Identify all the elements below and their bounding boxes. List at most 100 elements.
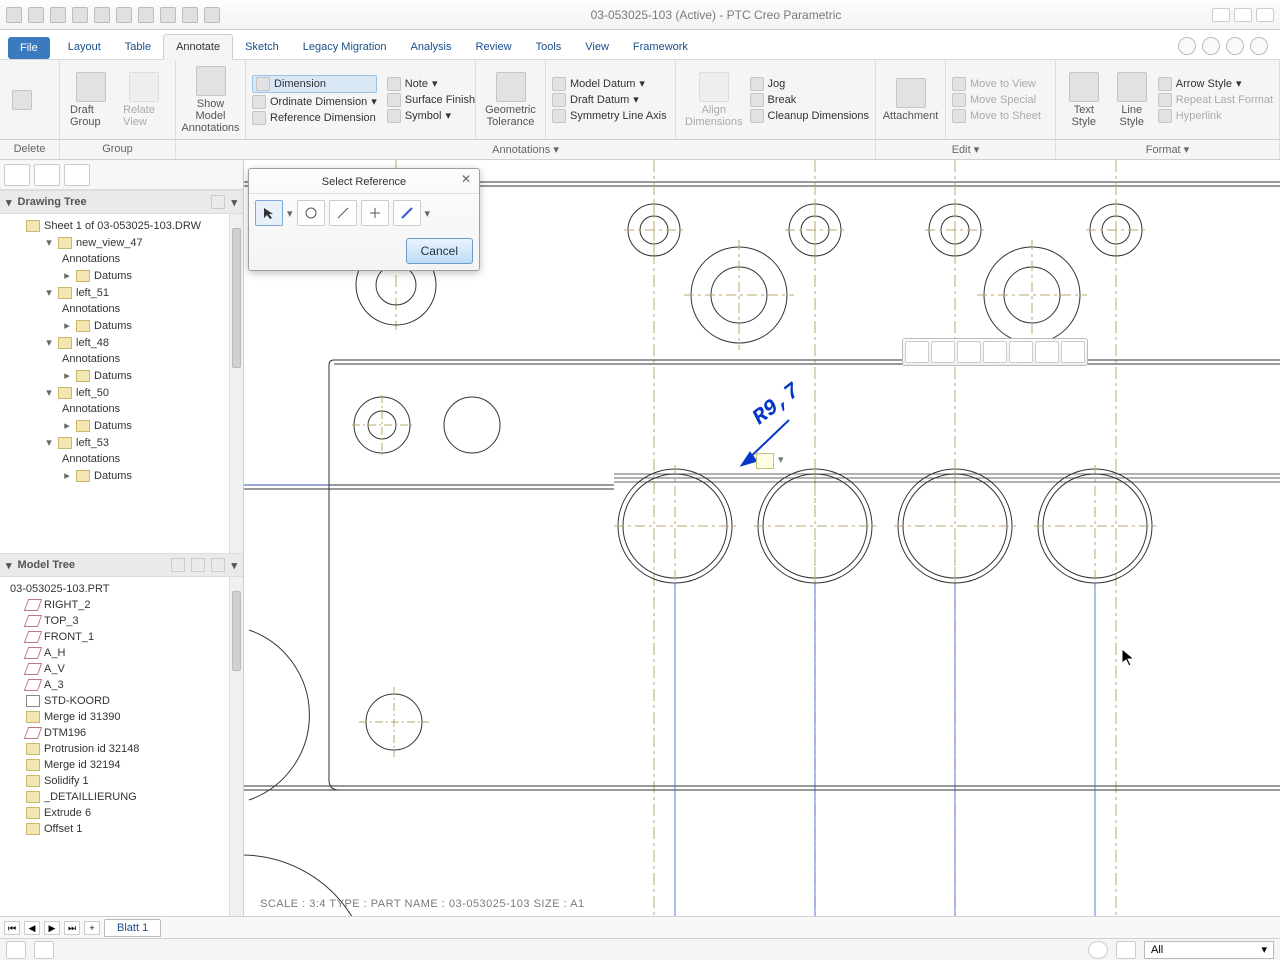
tree-view[interactable]: ▾left_51 (0, 284, 243, 301)
dialog-cancel-button[interactable]: Cancel (406, 238, 473, 264)
minimize-button[interactable] (1212, 8, 1230, 22)
attachment-button[interactable]: Attachment (882, 76, 939, 124)
tree-annotations[interactable]: Annotations (0, 451, 243, 467)
model-item[interactable]: A_H (0, 645, 243, 661)
model-item[interactable]: Extrude 6 (0, 805, 243, 821)
tab-tools[interactable]: Tools (524, 35, 574, 59)
tree-datums[interactable]: ▸Datums (0, 467, 243, 484)
dimension-button[interactable]: Dimension (252, 75, 377, 93)
tree-annotations[interactable]: Annotations (0, 301, 243, 317)
sheet-add-button[interactable]: + (84, 921, 100, 935)
sidebar-tab-tree[interactable] (4, 164, 30, 186)
sidebar-tab-folder[interactable] (34, 164, 60, 186)
model-item[interactable]: TOP_3 (0, 613, 243, 629)
model-item[interactable]: A_3 (0, 677, 243, 693)
jog-button[interactable]: Jog (750, 77, 870, 91)
drawing-tree-scrollbar[interactable] (229, 214, 243, 553)
tree-view[interactable]: ▾left_48 (0, 334, 243, 351)
tree-view[interactable]: ▾new_view_47 (0, 234, 243, 251)
sheet-prev-button[interactable]: ◀ (24, 921, 40, 935)
save-icon[interactable] (72, 7, 88, 23)
maximize-button[interactable] (1234, 8, 1252, 22)
select-midpoint-button[interactable] (329, 200, 357, 226)
draft-datum-button[interactable]: Draft Datum ▾ (552, 93, 667, 107)
search-icon[interactable] (1202, 37, 1220, 55)
sidebar-tab-favorites[interactable] (64, 164, 90, 186)
group-label-delete[interactable]: Delete (0, 140, 60, 159)
model-item[interactable]: DTM196 (0, 725, 243, 741)
draft-group-button[interactable]: Draft Group (66, 70, 115, 130)
dialog-close-button[interactable]: ✕ (459, 173, 473, 187)
windows-icon[interactable] (160, 7, 176, 23)
select-line-button[interactable] (393, 200, 421, 226)
sheet-next-button[interactable]: ▶ (44, 921, 60, 935)
group-label-annotations[interactable]: Annotations ▾ (176, 140, 876, 159)
tree-root-sheet[interactable]: Sheet 1 of 03-053025-103.DRW (0, 218, 243, 234)
model-item[interactable]: Offset 1 (0, 821, 243, 837)
text-style-button[interactable]: Text Style (1062, 70, 1106, 130)
model-datum-button[interactable]: Model Datum ▾ (552, 77, 667, 91)
note-button[interactable]: Note ▾ (387, 77, 475, 91)
tab-table[interactable]: Table (113, 35, 163, 59)
model-tree-settings-icon[interactable] (211, 558, 225, 572)
regen-icon[interactable] (138, 7, 154, 23)
tab-annotate[interactable]: Annotate (163, 34, 233, 60)
select-entity-button[interactable] (255, 200, 283, 226)
model-item[interactable]: Merge id 31390 (0, 709, 243, 725)
tree-view[interactable]: ▾left_53 (0, 434, 243, 451)
model-root[interactable]: 03-053025-103.PRT (0, 581, 243, 597)
dimension-note-icon[interactable] (756, 453, 774, 469)
surface-finish-button[interactable]: Surface Finish (387, 93, 475, 107)
close-button[interactable] (1256, 8, 1274, 22)
line-style-button[interactable]: Line Style (1110, 70, 1154, 130)
tab-review[interactable]: Review (464, 35, 524, 59)
tab-analysis[interactable]: Analysis (399, 35, 464, 59)
tree-view[interactable]: ▾left_50 (0, 384, 243, 401)
model-item[interactable]: RIGHT_2 (0, 597, 243, 613)
learn-icon[interactable] (1226, 37, 1244, 55)
zoom-in-icon[interactable] (931, 341, 955, 363)
tab-layout[interactable]: Layout (56, 35, 113, 59)
model-item[interactable]: _DETAILLIERUNG (0, 789, 243, 805)
model-item[interactable]: STD-KOORD (0, 693, 243, 709)
view-icon[interactable] (1035, 341, 1059, 363)
group-label-edit[interactable]: Edit ▾ (876, 140, 1056, 159)
reference-dimension-button[interactable]: Reference Dimension (252, 111, 377, 125)
model-item[interactable]: Merge id 32194 (0, 757, 243, 773)
collapse-ribbon-icon[interactable] (1178, 37, 1196, 55)
break-button[interactable]: Break (750, 93, 870, 107)
sheet-first-button[interactable]: ⏮ (4, 921, 20, 935)
symmetry-line-axis-button[interactable]: Symmetry Line Axis (552, 109, 667, 123)
status-browser-icon[interactable] (34, 941, 54, 959)
delete-x-button[interactable] (6, 88, 38, 112)
open-icon[interactable] (50, 7, 66, 23)
tree-annotations[interactable]: Annotations (0, 401, 243, 417)
cleanup-dimensions-button[interactable]: Cleanup Dimensions (750, 109, 870, 123)
zoom-out-icon[interactable] (957, 341, 981, 363)
sheet-tab[interactable]: Blatt 1 (104, 919, 161, 937)
model-item[interactable]: A_V (0, 661, 243, 677)
drawing-tree-settings-icon[interactable] (211, 195, 225, 209)
selection-filter-dropdown[interactable]: All▾ (1144, 941, 1274, 959)
tree-annotations[interactable]: Annotations (0, 251, 243, 267)
status-find-icon[interactable] (1116, 941, 1136, 959)
tree-datums[interactable]: ▸Datums (0, 317, 243, 334)
model-item[interactable]: FRONT_1 (0, 629, 243, 645)
repaint-icon[interactable] (983, 341, 1007, 363)
show-model-annotations-button[interactable]: Show Model Annotations (182, 64, 239, 136)
tab-sketch[interactable]: Sketch (233, 35, 291, 59)
tab-framework[interactable]: Framework (621, 35, 700, 59)
ordinate-dimension-button[interactable]: Ordinate Dimension ▾ (252, 95, 377, 109)
model-tree-filter-icon[interactable] (171, 558, 185, 572)
select-intersection-button[interactable] (361, 200, 389, 226)
tree-datums[interactable]: ▸Datums (0, 417, 243, 434)
redo-icon[interactable] (116, 7, 132, 23)
select-entity-dropdown[interactable]: ▾ (287, 207, 293, 220)
tab-legacy-migration[interactable]: Legacy Migration (291, 35, 399, 59)
select-arc-tangent-button[interactable] (297, 200, 325, 226)
drawing-canvas[interactable]: R9,7 ▾ SCALE : 3:4 TYPE : PART NAME : 03… (244, 160, 1280, 916)
arrow-style-button[interactable]: Arrow Style ▾ (1158, 77, 1273, 91)
model-tree-scrollbar[interactable] (229, 577, 243, 916)
group-label-format[interactable]: Format ▾ (1056, 140, 1280, 159)
tree-annotations[interactable]: Annotations (0, 351, 243, 367)
